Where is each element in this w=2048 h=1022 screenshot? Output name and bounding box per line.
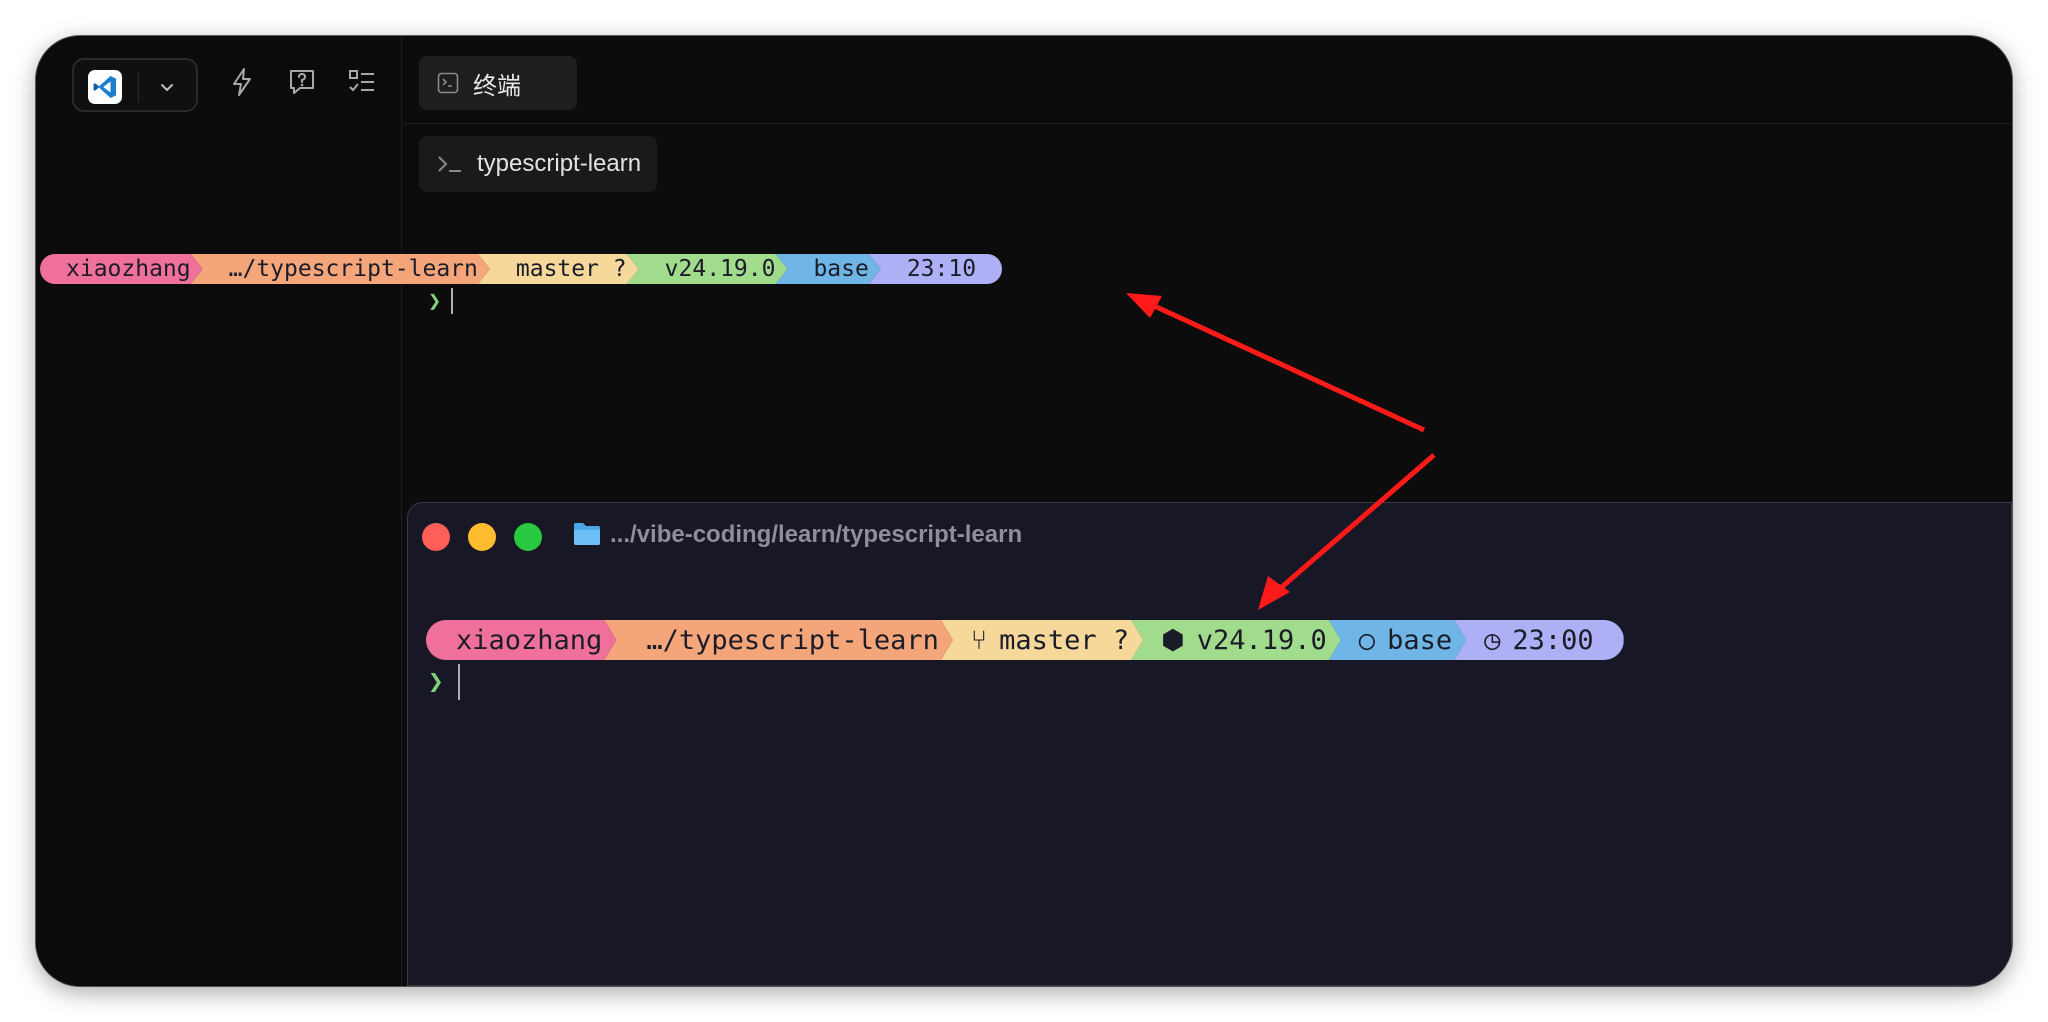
overlay-prompt-segment-text: master ? (999, 624, 1130, 656)
overlay-text-cursor (457, 664, 460, 700)
terminal-prompt: xiaozhang …/typescript-learn master ? v24.1… (40, 254, 1003, 284)
overlay-prompt-segment-text: 23:00 (1512, 624, 1594, 656)
overlay-prompt-segment-icon: ⬢ (1161, 624, 1185, 656)
overlay-prompt-segment-text: …/typescript-learn (646, 624, 939, 656)
tab-terminal[interactable]: 终端 (419, 56, 577, 110)
terminal-input-line[interactable]: ❯ (428, 286, 454, 316)
overlay-prompt-segment: ◷ 23:00 (1454, 620, 1624, 660)
tab-label: 终端 (473, 71, 521, 100)
checklist-icon[interactable] (346, 66, 378, 98)
chevron-down-icon[interactable] (158, 78, 176, 96)
terminal-icon (437, 72, 459, 94)
switcher-divider (138, 72, 139, 102)
close-button[interactable] (422, 523, 450, 551)
prompt-icon (438, 156, 461, 172)
prompt-segment-text: base (813, 256, 869, 282)
overlay-prompt-segment: …/typescript-learn (604, 620, 953, 660)
overlay-prompt-segment-icon: ⑂ (970, 624, 988, 656)
prompt-segment: v24.19.0 (627, 254, 788, 284)
prompt-segment: …/typescript-learn (191, 254, 490, 284)
prompt-segment-text: master ? (515, 256, 627, 282)
prompt-segment-text: 23:10 (906, 256, 977, 282)
prompt-segment: master ? (478, 254, 639, 284)
overlay-prompt: xiaozhang …/typescript-learn ⑂ master ? ⬢ v24… (426, 620, 1624, 660)
text-cursor (451, 288, 454, 314)
vscode-icon (88, 70, 122, 104)
overlay-prompt-segment: ○ base (1329, 620, 1466, 660)
overlay-prompt-segment: xiaozhang (426, 620, 616, 660)
overlay-prompt-segment-icon: ◷ (1484, 624, 1501, 656)
help-icon[interactable] (286, 66, 318, 98)
overlay-prompt-segment-text: xiaozhang (456, 624, 603, 656)
folder-icon (574, 523, 600, 545)
prompt-segment-text: …/typescript-learn (228, 256, 478, 282)
overlay-prompt-caret: ❯ (428, 667, 444, 697)
app-window: 终端 typescript-learn .../vibe-coding/lear… (36, 36, 2012, 986)
prompt-caret: ❯ (428, 288, 442, 314)
prompt-segment: base (775, 254, 880, 284)
prompt-segment: xiaozhang (40, 254, 203, 284)
sidebar (36, 36, 402, 986)
tab-bar: 终端 (403, 36, 2012, 124)
lightning-icon[interactable] (226, 66, 258, 98)
overlay-terminal-window: .../vibe-coding/learn/typescript-learn (407, 502, 2012, 986)
session-label: typescript-learn (477, 150, 642, 177)
prompt-segment-text: v24.19.0 (664, 256, 776, 282)
minimize-button[interactable] (468, 523, 496, 551)
prompt-segment-text: xiaozhang (66, 256, 191, 282)
prompt-segment: 23:10 (868, 254, 1003, 284)
window-title: .../vibe-coding/learn/typescript-learn (610, 521, 1023, 548)
maximize-button[interactable] (514, 523, 542, 551)
overlay-prompt-segment-icon: ○ (1358, 624, 1376, 656)
overlay-prompt-segment: ⑂ master ? (941, 620, 1143, 660)
session-tab[interactable]: typescript-learn (419, 136, 658, 192)
overlay-prompt-segment-text: v24.19.0 (1196, 624, 1327, 656)
app-switcher[interactable] (72, 58, 198, 112)
overlay-prompt-segment: ⬢ v24.19.0 (1131, 620, 1341, 660)
overlay-input-line[interactable]: ❯ (428, 662, 460, 702)
overlay-prompt-segment-text: base (1387, 624, 1453, 656)
